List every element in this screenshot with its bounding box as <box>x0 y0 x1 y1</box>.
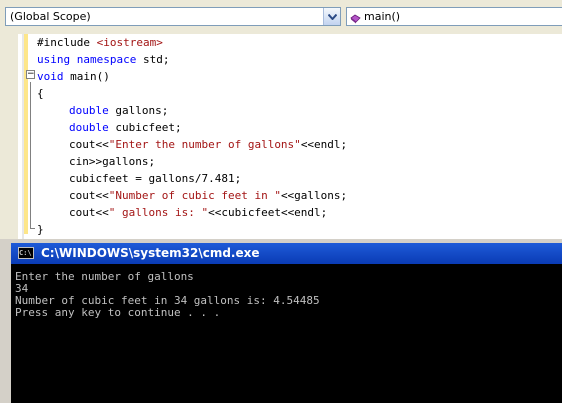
chevron-down-icon[interactable] <box>323 8 340 25</box>
code-line-cout-prompt[interactable]: cout<<"Enter the number of gallons"<<end… <box>37 136 347 153</box>
console-line: Enter the number of gallons <box>15 270 194 283</box>
code-line-main[interactable]: void main() <box>37 68 110 85</box>
member-value: main() <box>364 10 401 23</box>
code-editor[interactable]: − #include <iostream> using namespace st… <box>0 34 562 239</box>
indicator-margin <box>0 34 18 239</box>
console-line: Press any key to continue . . . <box>15 306 221 319</box>
code-line-include[interactable]: #include <iostream> <box>37 34 163 51</box>
code-line-using[interactable]: using namespace std; <box>37 51 169 68</box>
method-icon <box>350 12 361 25</box>
change-tracking-bar <box>24 34 28 234</box>
cmd-title-bar[interactable]: C:\ C:\WINDOWS\system32\cmd.exe <box>11 243 562 264</box>
outline-guide-end <box>30 228 35 229</box>
code-line-double-cubicfeet[interactable]: double cubicfeet; <box>37 119 182 136</box>
collapse-minus-icon[interactable]: − <box>26 70 35 79</box>
code-line-open-brace[interactable]: { <box>37 85 44 102</box>
scope-value: (Global Scope) <box>10 10 91 23</box>
code-line-cout-result2[interactable]: cout<<" gallons is: "<<cubicfeet<<endl; <box>37 204 327 221</box>
code-line-cout-result1[interactable]: cout<<"Number of cubic feet in "<<gallon… <box>37 187 347 204</box>
scope-dropdown[interactable]: (Global Scope) <box>5 7 341 26</box>
console-output[interactable]: Enter the number of gallons 34 Number of… <box>11 264 562 403</box>
code-line-cin[interactable]: cin>>gallons; <box>37 153 155 170</box>
outline-guide <box>30 82 31 228</box>
member-dropdown[interactable]: main() <box>346 7 562 26</box>
navigation-bar: (Global Scope) main() <box>0 0 562 34</box>
console-icon: C:\ <box>18 247 34 259</box>
code-line-double-gallons[interactable]: double gallons; <box>37 102 168 119</box>
code-line-compute[interactable]: cubicfeet = gallons/7.481; <box>37 170 241 187</box>
code-line-close-brace[interactable]: } <box>37 221 44 238</box>
cmd-title-text: C:\WINDOWS\system32\cmd.exe <box>41 246 260 260</box>
